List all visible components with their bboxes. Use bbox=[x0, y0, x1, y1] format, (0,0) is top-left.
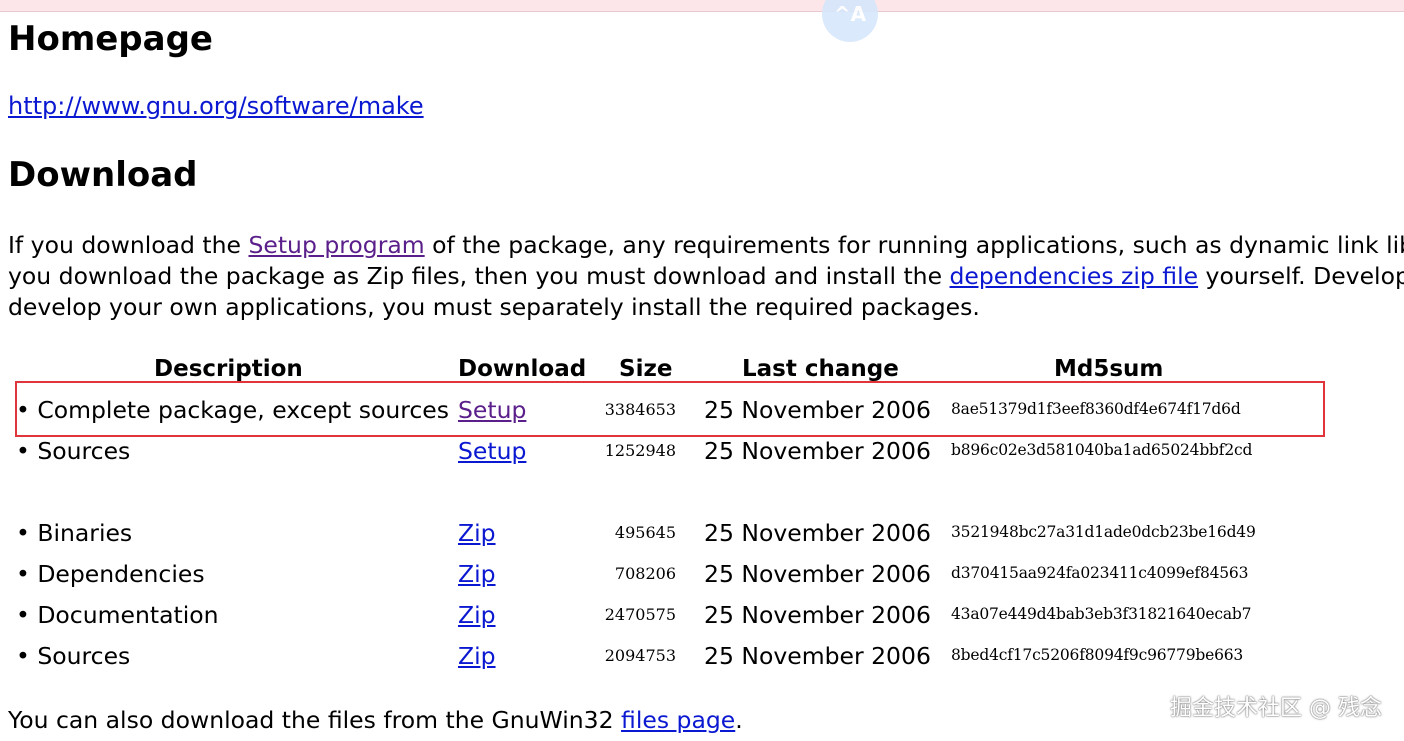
para-line2-post: yourself. Developer f bbox=[1205, 262, 1404, 290]
para-line2-pre: you download the package as Zip files, t… bbox=[8, 262, 950, 290]
footer-text: You can also download the files from the… bbox=[8, 706, 743, 734]
row-date: 25 November 2006 bbox=[704, 601, 931, 629]
highlight-box bbox=[15, 381, 1325, 437]
row-download-link[interactable]: Zip bbox=[458, 560, 496, 588]
row-size: 2470575 bbox=[604, 605, 676, 624]
row-md5: d370415aa924fa023411c4099ef84563 bbox=[951, 564, 1249, 582]
table-row: • Sources Setup 1252948 25 November 2006… bbox=[0, 437, 1404, 478]
dependencies-zip-link[interactable]: dependencies zip file bbox=[950, 262, 1199, 290]
row-date: 25 November 2006 bbox=[704, 560, 931, 588]
table-row: • Documentation Zip 2470575 25 November … bbox=[0, 601, 1404, 642]
para-line3: develop your own applications, you must … bbox=[8, 293, 980, 321]
para-line1-pre: If you download the bbox=[8, 231, 249, 259]
header-last-change: Last change bbox=[742, 356, 899, 382]
header-size: Size bbox=[619, 356, 673, 382]
row-description: • Sources bbox=[16, 437, 131, 465]
row-description: • Documentation bbox=[16, 601, 219, 629]
row-size: 495645 bbox=[614, 523, 676, 542]
row-md5: 3521948bc27a31d1ade0dcb23be16d49 bbox=[951, 523, 1256, 541]
table-row: • Sources Zip 2094753 25 November 2006 8… bbox=[0, 642, 1404, 683]
row-size: 2094753 bbox=[604, 646, 676, 665]
row-size: 708206 bbox=[614, 564, 676, 583]
watermark: 掘金技术社区 @ 残念 bbox=[1170, 696, 1382, 721]
row-date: 25 November 2006 bbox=[704, 519, 931, 547]
row-download-link[interactable]: Setup bbox=[458, 437, 526, 465]
row-md5: b896c02e3d581040ba1ad65024bbf2cd bbox=[951, 441, 1253, 459]
row-md5: 43a07e449d4bab3eb3f31821640ecab7 bbox=[951, 605, 1252, 623]
homepage-link[interactable]: http://www.gnu.org/software/make bbox=[8, 92, 424, 120]
files-page-link[interactable]: files page bbox=[621, 706, 735, 734]
para-line1-post: of the package, any requirements for run… bbox=[424, 231, 1404, 259]
homepage-heading: Homepage bbox=[8, 19, 213, 59]
row-md5: 8bed4cf17c5206f8094f9c96779be663 bbox=[951, 646, 1244, 664]
setup-program-link[interactable]: Setup program bbox=[248, 231, 424, 259]
row-size: 1252948 bbox=[604, 441, 676, 460]
table-row: • Binaries Zip 495645 25 November 2006 3… bbox=[0, 519, 1404, 560]
row-date: 25 November 2006 bbox=[704, 437, 931, 465]
top-banner bbox=[0, 0, 1404, 12]
translate-float-button[interactable]: ^A bbox=[822, 0, 878, 42]
download-heading: Download bbox=[8, 155, 198, 195]
footer-pre: You can also download the files from the… bbox=[8, 706, 622, 734]
row-description: • Binaries bbox=[16, 519, 133, 547]
header-download: Download bbox=[458, 356, 587, 382]
header-md5sum: Md5sum bbox=[1054, 356, 1164, 382]
row-description: • Sources bbox=[16, 642, 131, 670]
row-download-link[interactable]: Zip bbox=[458, 601, 496, 629]
footer-post: . bbox=[735, 706, 743, 734]
row-date: 25 November 2006 bbox=[704, 642, 931, 670]
table-row: • Dependencies Zip 708206 25 November 20… bbox=[0, 560, 1404, 601]
header-description: Description bbox=[154, 356, 303, 382]
row-download-link[interactable]: Zip bbox=[458, 642, 496, 670]
download-paragraph: If you download the Setup program of the… bbox=[8, 230, 1404, 323]
row-description: • Dependencies bbox=[16, 560, 205, 588]
row-download-link[interactable]: Zip bbox=[458, 519, 496, 547]
